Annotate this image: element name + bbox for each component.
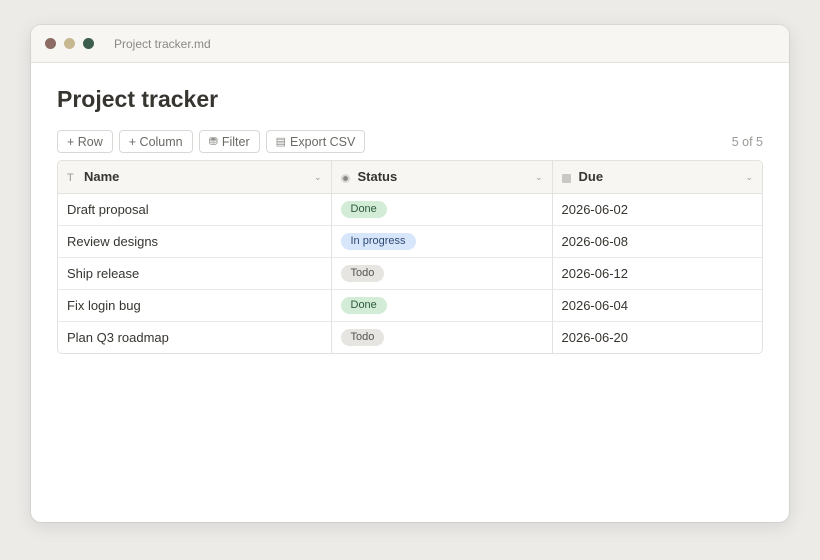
column-header-label: Due (578, 169, 604, 185)
cell-name[interactable]: Review designs (58, 225, 332, 258)
cell-due[interactable]: 2026-06-04 (552, 289, 762, 322)
window-title: Project tracker.md (114, 36, 211, 51)
cell-name[interactable]: Fix login bug (58, 289, 332, 322)
cell-name[interactable]: Plan Q3 roadmap (58, 321, 332, 353)
table-row[interactable]: Plan Q3 roadmap Todo 2026-06-20 (58, 321, 762, 353)
cell-status[interactable]: Done (331, 193, 553, 226)
chevron-down-icon[interactable]: ⌄ (535, 172, 543, 183)
chevron-down-icon[interactable]: ⌄ (745, 172, 753, 183)
export-csv-button[interactable]: ▤ Export CSV (265, 130, 366, 153)
table-toolbar: + Row + Column ⛃ Filter ▤ Export CSV (57, 130, 366, 153)
column-header-name[interactable]: T Name ⌄ (58, 161, 332, 194)
add-column-label: + Column (128, 134, 183, 149)
column-header-due[interactable]: Due ⌄ (552, 161, 762, 194)
title-bar: Project tracker.md (31, 25, 789, 63)
row-count: 5 of 5 (731, 135, 763, 149)
column-header-label: Name (84, 169, 120, 185)
status-badge: Todo (340, 265, 385, 282)
status-icon (340, 172, 351, 184)
status-badge: Todo (340, 329, 385, 347)
cell-name[interactable]: Draft proposal (58, 193, 332, 226)
cell-due[interactable]: 2026-06-08 (552, 225, 762, 258)
table-body: Draft proposal Done 2026-06-02 Review de… (58, 193, 762, 353)
status-badge: Done (340, 297, 387, 314)
cell-name[interactable]: Ship release (58, 257, 332, 290)
cell-status[interactable]: Todo (331, 321, 553, 353)
cell-due[interactable]: 2026-06-12 (552, 257, 762, 290)
column-header-label: Status (357, 169, 398, 185)
maximize-window-button[interactable] (83, 38, 94, 49)
status-badge: In progress (340, 233, 416, 250)
table-row[interactable]: Review designs In progress 2026-06-08 (58, 225, 762, 258)
text-type-icon: T (67, 172, 74, 185)
table-icon: ▤ (275, 136, 287, 148)
cell-due[interactable]: 2026-06-20 (552, 321, 762, 353)
filter-icon: ⛃ (208, 136, 218, 148)
export-csv-label: Export CSV (290, 134, 356, 149)
calendar-icon (561, 172, 572, 184)
data-table: T Name ⌄ Status ⌄ Due ⌄ Draft proposal D… (57, 160, 763, 354)
status-badge: Done (340, 201, 387, 218)
cell-due[interactable]: 2026-06-02 (552, 193, 762, 226)
table-header-row: T Name ⌄ Status ⌄ Due ⌄ (58, 161, 762, 194)
close-window-button[interactable] (45, 38, 56, 49)
add-row-button[interactable]: + Row (57, 130, 113, 153)
app-window: Project tracker.md Project tracker + Row… (31, 25, 789, 522)
filter-label: Filter (221, 134, 250, 149)
column-header-status[interactable]: Status ⌄ (331, 161, 553, 194)
cell-status[interactable]: In progress (331, 225, 553, 258)
cell-status[interactable]: Todo (331, 257, 553, 290)
chevron-down-icon[interactable]: ⌄ (314, 172, 322, 183)
add-column-button[interactable]: + Column (118, 130, 193, 153)
filter-button[interactable]: ⛃ Filter (198, 130, 260, 153)
table-row[interactable]: Ship release Todo 2026-06-12 (58, 257, 762, 290)
table-row[interactable]: Draft proposal Done 2026-06-02 (58, 193, 762, 226)
cell-status[interactable]: Done (331, 289, 553, 322)
minimize-window-button[interactable] (64, 38, 75, 49)
add-row-label: + Row (67, 134, 103, 149)
page-title: Project tracker (57, 86, 219, 112)
table-row[interactable]: Fix login bug Done 2026-06-04 (58, 289, 762, 322)
